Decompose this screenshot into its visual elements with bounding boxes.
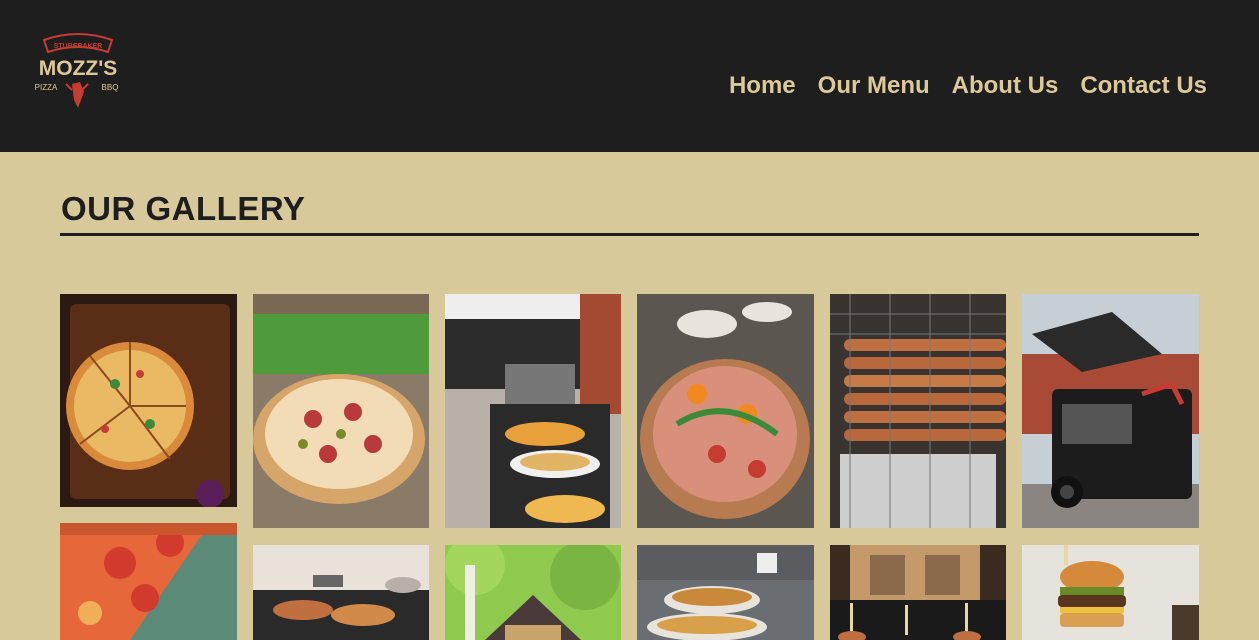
logo-top-text: STUBERAKER — [54, 43, 103, 50]
gallery-image-pizza-board[interactable] — [60, 294, 237, 507]
gallery-image-party-tables[interactable] — [253, 545, 429, 640]
gallery-image-pizza-slice[interactable] — [60, 523, 237, 640]
gallery-image-birch-tree[interactable] — [445, 545, 621, 640]
gallery-title: OUR GALLERY — [61, 190, 306, 227]
logo-right-tag: BBQ — [102, 83, 119, 92]
gallery-image-buffet-hall[interactable] — [445, 294, 621, 528]
logo-left-tag: PIZZA — [35, 83, 58, 92]
nav-about-us[interactable]: About Us — [952, 72, 1059, 100]
gallery-image-grill-sausages[interactable] — [830, 294, 1006, 528]
gallery-image-burger[interactable] — [1022, 545, 1199, 640]
nav-our-menu[interactable]: Our Menu — [818, 72, 930, 100]
gallery-image-charcuterie[interactable] — [637, 294, 814, 528]
title-divider — [60, 233, 1199, 236]
gallery-image-bbq-trailer[interactable] — [1022, 294, 1199, 528]
site-logo[interactable]: STUBERAKER MOZZ'S PIZZA BBQ — [28, 30, 128, 114]
logo-name: MOZZ'S — [39, 57, 117, 80]
gallery-image-burger-skewers[interactable] — [830, 545, 1006, 640]
site-header: STUBERAKER MOZZ'S PIZZA BBQ Home Our Men… — [0, 0, 1259, 152]
nav-home[interactable]: Home — [729, 72, 796, 100]
gallery-image-catering-trays[interactable] — [637, 545, 814, 640]
main-nav: Home Our Menu About Us Contact Us — [729, 72, 1207, 100]
nav-contact-us[interactable]: Contact Us — [1080, 72, 1207, 100]
gallery-image-pizza-garden[interactable] — [253, 294, 429, 528]
logo-graphic: STUBERAKER MOZZ'S PIZZA BBQ — [35, 33, 119, 108]
